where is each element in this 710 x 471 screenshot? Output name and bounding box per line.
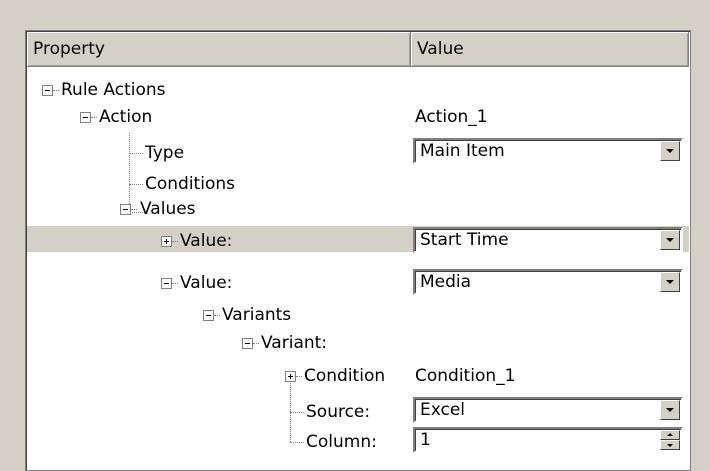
tree-label-action: Action <box>99 107 153 127</box>
source-dropdown[interactable]: Excel <box>413 397 683 423</box>
tree-line <box>129 133 130 212</box>
expand-icon[interactable] <box>161 236 172 247</box>
tree-line <box>290 412 304 413</box>
tree-label-source: Source: <box>306 402 371 422</box>
tree-line <box>53 90 59 91</box>
grid-header: Property Value <box>27 32 689 67</box>
collapse-icon[interactable] <box>161 278 172 289</box>
spin-down-icon[interactable] <box>660 440 680 450</box>
tree-label-variants: Variants <box>222 305 292 325</box>
tree-label-type: Type <box>145 143 185 163</box>
tree-label-value: Value: <box>180 231 233 251</box>
tree-line <box>253 343 259 344</box>
tree-label-condition: Condition <box>304 366 386 386</box>
property-grid: Property Value Rule Actions Action Actio… <box>25 30 691 471</box>
tree-line <box>296 376 302 377</box>
tree-label-conditions: Conditions <box>145 174 235 194</box>
tree-line <box>172 241 178 242</box>
collapse-icon[interactable] <box>203 310 214 321</box>
collapse-icon[interactable] <box>242 338 253 349</box>
tree-label-values[interactable]: Values <box>140 198 196 220</box>
type-dropdown[interactable]: Main Item <box>413 138 683 164</box>
tree-line <box>214 315 220 316</box>
tree-label-value: Value: <box>180 273 233 293</box>
column-header-value[interactable]: Value <box>411 32 689 66</box>
tree-line <box>290 377 291 442</box>
tree-label-column: Column: <box>306 432 377 452</box>
value-dropdown-start-time[interactable]: Start Time <box>413 227 683 253</box>
action-value: Action_1 <box>415 107 488 127</box>
source-dropdown-value: Excel <box>420 400 466 420</box>
tree-line <box>131 209 137 210</box>
collapse-icon[interactable] <box>80 112 91 123</box>
value-dropdown-text: Start Time <box>420 230 509 250</box>
dropdown-arrow-icon[interactable] <box>660 272 680 292</box>
collapse-icon[interactable] <box>42 85 53 96</box>
column-spinner-value: 1 <box>420 430 431 450</box>
condition-value: Condition_1 <box>415 366 516 386</box>
value-dropdown-text: Media <box>420 272 472 292</box>
column-spinner[interactable]: 1 <box>413 427 683 453</box>
expand-icon[interactable] <box>285 371 296 382</box>
collapse-icon[interactable] <box>120 204 131 215</box>
type-dropdown-value: Main Item <box>420 141 505 161</box>
tree-line <box>91 117 97 118</box>
tree-line <box>129 184 143 185</box>
tree-line <box>129 153 143 154</box>
tree-line <box>290 442 304 443</box>
value-dropdown-media[interactable]: Media <box>413 269 683 295</box>
dropdown-arrow-icon[interactable] <box>660 400 680 420</box>
spin-up-icon[interactable] <box>660 430 680 440</box>
dropdown-arrow-icon[interactable] <box>660 230 680 250</box>
dropdown-arrow-icon[interactable] <box>660 141 680 161</box>
column-header-property[interactable]: Property <box>27 32 411 66</box>
tree-label-variant: Variant: <box>261 333 328 353</box>
tree-line <box>172 283 178 284</box>
tree-label-rule-actions: Rule Actions <box>61 80 166 100</box>
